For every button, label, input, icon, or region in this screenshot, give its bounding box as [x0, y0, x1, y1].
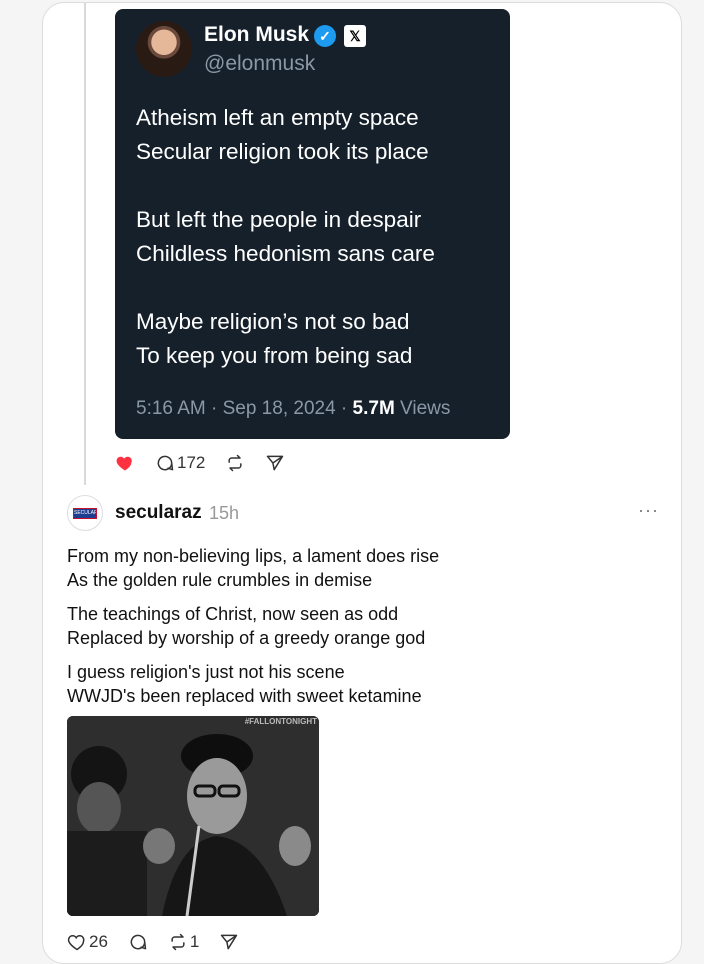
repost-icon	[171, 933, 185, 951]
tweet-line: Childless hedonism sans care	[136, 241, 435, 266]
tweet-meta: 5:16 AM · Sep 18, 2024 · 5.7M Views	[136, 398, 450, 420]
repost-icon	[228, 454, 242, 472]
tweet-views-count: 5.7M	[352, 398, 395, 419]
tweet-author-avatar	[136, 21, 192, 77]
tweet-line: Secular religion took its place	[136, 139, 429, 164]
tweet-views-label: Views	[394, 398, 451, 419]
tweet-line: Maybe religion’s not so bad	[136, 309, 410, 334]
post-stanza: The teachings of Christ, now seen as odd…	[67, 602, 439, 650]
thread-connector-line	[84, 3, 86, 485]
comment-bubble-icon	[130, 934, 147, 950]
repost-button[interactable]: 1	[168, 932, 199, 952]
tweet-stanza: But left the people in despair Childless…	[136, 203, 506, 271]
reply-count: 172	[177, 453, 206, 472]
tweet-stanza: Atheism left an empty space Secular reli…	[136, 101, 506, 169]
tweet-line: To keep you from being sad	[136, 343, 413, 368]
share-button[interactable]	[219, 932, 239, 952]
like-count: 26	[89, 932, 108, 951]
post-line: The teachings of Christ, now seen as odd	[67, 604, 399, 624]
comment-bubble-icon	[157, 455, 174, 471]
quoted-tweet-image[interactable]: Elon Musk ✓ 𝕏 @elonmusk Atheism left an …	[115, 9, 510, 439]
reply-button[interactable]	[128, 932, 148, 952]
tweet-author-handle: @elonmusk	[204, 52, 316, 75]
tweet-line: Atheism left an empty space	[136, 105, 419, 130]
post-timestamp: 15h	[209, 503, 240, 523]
like-button[interactable]	[115, 453, 135, 473]
parent-post-actions: 172	[115, 453, 305, 473]
reply-post-actions: 26 1	[67, 932, 259, 952]
reply-button[interactable]: 172	[155, 453, 205, 473]
gif-watermark: #FALLONTONIGHT	[244, 717, 317, 726]
tweet-timestamp: 5:16 AM · Sep 18, 2024 ·	[136, 398, 353, 419]
tweet-text: Atheism left an empty space Secular reli…	[136, 101, 506, 407]
avatar-logo: SECULAR	[73, 507, 97, 519]
verified-badge-icon: ✓	[314, 25, 336, 47]
gif-image	[67, 716, 319, 916]
avatar[interactable]: SECULAR	[67, 495, 103, 531]
post-gif[interactable]: #FALLONTONIGHT	[67, 716, 319, 916]
post-username[interactable]: secularaz	[115, 502, 202, 524]
post-line: WWJD's been replaced with sweet ketamine	[67, 686, 422, 706]
post-stanza: From my non-believing lips, a lament doe…	[67, 544, 439, 592]
more-options-icon[interactable]: ···	[638, 500, 659, 521]
tweet-author-name: Elon Musk	[204, 23, 310, 46]
heart-outline-icon	[67, 934, 85, 951]
post-line: As the golden rule crumbles in demise	[67, 570, 373, 590]
post-stanza: I guess religion's just not his scene WW…	[67, 660, 439, 708]
x-logo-icon: 𝕏	[344, 25, 366, 47]
repost-button[interactable]	[225, 453, 245, 473]
post-line: Replaced by worship of a greedy orange g…	[67, 628, 426, 648]
like-button[interactable]: 26	[67, 932, 108, 952]
heart-filled-icon	[116, 456, 132, 471]
post-body: From my non-believing lips, a lament doe…	[67, 544, 439, 718]
tweet-line: But left the people in despair	[136, 207, 422, 232]
post-line: From my non-believing lips, a lament doe…	[67, 546, 440, 566]
send-icon	[221, 934, 238, 950]
send-icon	[267, 455, 284, 471]
share-button[interactable]	[265, 453, 285, 473]
tweet-stanza: Maybe religion’s not so bad To keep you …	[136, 305, 506, 373]
post-line: I guess religion's just not his scene	[67, 662, 345, 682]
repost-count: 1	[189, 932, 200, 951]
